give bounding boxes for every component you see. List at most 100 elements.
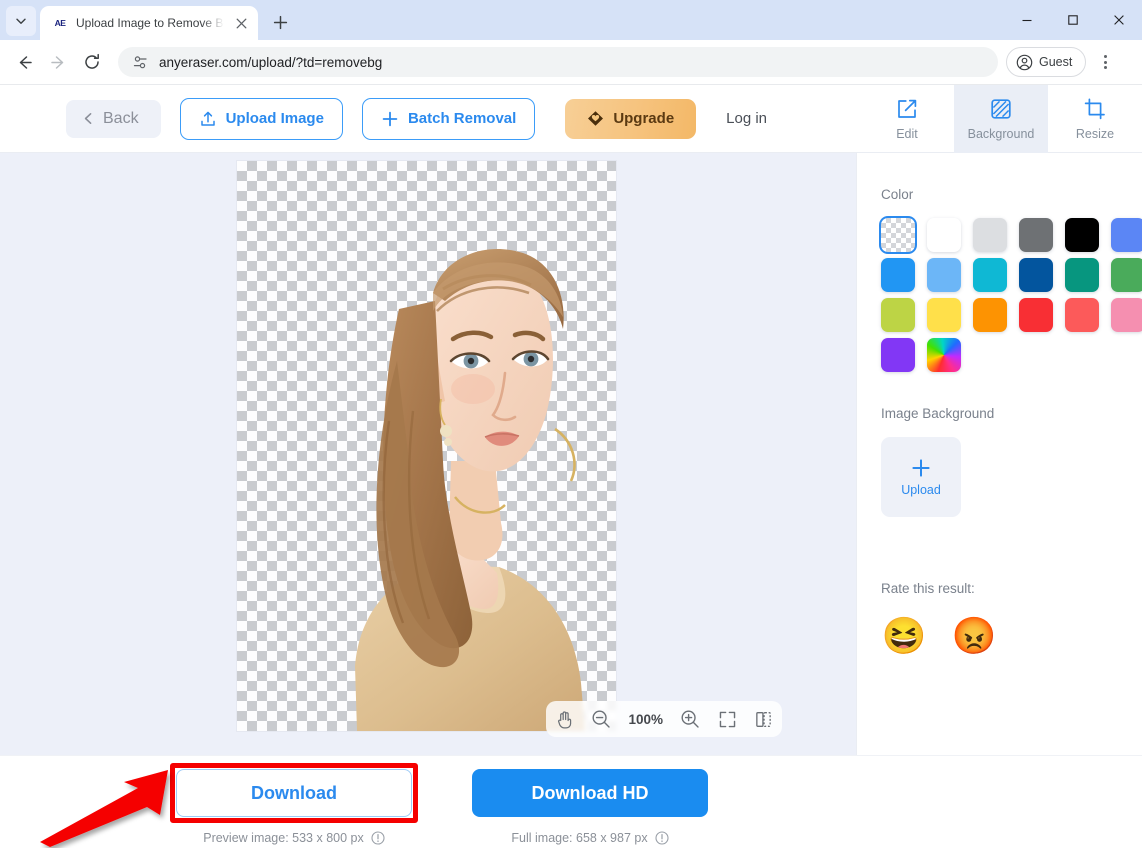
color-swatch-transparent[interactable] [881,218,915,252]
profile-button[interactable]: Guest [1006,47,1087,77]
download-caption: Preview image: 533 x 800 px [176,831,412,845]
info-icon[interactable] [655,831,669,845]
image-background-label: Image Background [881,406,995,421]
color-swatch-rainbow[interactable] [927,338,961,372]
canvas-zoom-toolbar[interactable]: 100% [546,701,782,737]
compare-split-icon [756,711,772,727]
window-minimize-button[interactable] [1004,0,1050,40]
color-swatch-purple[interactable] [881,338,915,372]
zoom-in-icon [681,710,700,728]
upload-image-label: Upload Image [225,110,324,127]
canvas-area[interactable]: 100% [0,153,856,755]
zoom-out-button[interactable] [591,709,611,729]
plus-icon [912,459,930,477]
zoom-out-icon [592,710,610,728]
tab-edit[interactable]: Edit [860,85,954,153]
tab-edit-label: Edit [896,127,918,141]
tab-background-label: Background [967,127,1035,141]
bottom-bar-panel-filler [856,756,1142,859]
address-bar[interactable]: anyeraser.com/upload/?td=removebg [118,47,998,77]
color-swatch-green[interactable] [1111,258,1142,292]
back-button-label: Back [103,109,139,127]
color-swatch-light-gray[interactable] [973,218,1007,252]
zoom-in-button[interactable] [680,709,700,729]
color-swatch-orange[interactable] [973,298,1007,332]
login-link[interactable]: Log in [726,110,767,127]
subject-portrait [355,249,585,731]
color-swatch-grid [881,218,1142,372]
color-swatch-cyan[interactable] [973,258,1007,292]
rate-laughing-button[interactable]: 😆 [881,613,927,659]
color-swatch-gray[interactable] [1019,218,1053,252]
batch-removal-label: Batch Removal [407,110,517,127]
download-hd-column: Download HD Full image: 658 x 987 px [472,769,708,845]
fit-screen-icon [719,711,736,727]
new-tab-button[interactable] [266,8,294,36]
background-hatch-icon [991,99,1011,119]
browser-address-toolbar: anyeraser.com/upload/?td=removebg Guest [0,40,1142,85]
color-swatch-light-blue[interactable] [927,258,961,292]
upload-icon [200,111,215,126]
back-arrow-icon [19,55,32,69]
download-caption-text: Preview image: 533 x 800 px [203,831,364,845]
back-button[interactable]: Back [66,99,161,138]
image-canvas[interactable]: 100% [237,161,782,737]
hand-tool-icon [557,710,571,728]
browser-tab-strip: AE Upload Image to Remove Bg [0,0,1142,40]
tab-close-icon[interactable] [232,14,250,32]
plus-icon [382,111,398,126]
color-swatch-navy[interactable] [1019,258,1053,292]
workspace: 100% Color Image Background Upload Rate … [0,153,1142,755]
crop-icon [1084,98,1105,120]
mode-tab-group: Edit Background Resize [860,85,1142,153]
app-toolbar: Back Upload Image Batch Removal Upgrade … [0,85,1142,153]
window-maximize-button[interactable] [1050,0,1096,40]
color-swatch-periwinkle[interactable] [1111,218,1142,252]
diamond-heart-icon [588,111,604,126]
color-swatch-white[interactable] [927,218,961,252]
upgrade-button[interactable]: Upgrade [565,98,697,139]
hand-tool-button[interactable] [555,710,574,729]
browser-menu-button[interactable] [1090,47,1120,77]
window-close-button[interactable] [1096,0,1142,40]
background-settings-panel: Color Image Background Upload Rate this … [856,153,1142,755]
color-swatch-pink[interactable] [1111,298,1142,332]
color-swatch-coral[interactable] [1065,298,1099,332]
info-icon[interactable] [371,831,385,845]
batch-removal-button[interactable]: Batch Removal [361,97,536,140]
zoom-level-label: 100% [628,711,664,727]
profile-label: Guest [1039,55,1073,69]
kebab-dot [1103,60,1107,64]
browser-forward-button[interactable] [42,46,74,78]
chevron-left-icon [84,113,92,124]
browser-tab[interactable]: AE Upload Image to Remove Bg [40,6,258,40]
tab-resize-label: Resize [1075,127,1115,141]
color-swatch-lime[interactable] [881,298,915,332]
window-controls [1004,0,1142,40]
color-swatch-teal[interactable] [1065,258,1099,292]
tab-background[interactable]: Background [954,85,1048,153]
download-hd-caption: Full image: 658 x 987 px [472,831,708,845]
tab-search-button[interactable] [6,6,36,36]
color-swatch-blue[interactable] [881,258,915,292]
browser-reload-button[interactable] [76,46,108,78]
upload-image-button[interactable]: Upload Image [179,97,343,140]
reload-icon [85,53,99,69]
download-hd-button[interactable]: Download HD [472,769,708,817]
fit-screen-button[interactable] [718,710,737,729]
chevron-down-icon [16,18,26,24]
tab-resize[interactable]: Resize [1048,85,1142,153]
color-swatch-yellow[interactable] [927,298,961,332]
compare-split-button[interactable] [754,710,773,729]
site-settings-icon[interactable] [132,54,149,71]
download-button[interactable]: Download [176,769,412,817]
color-swatch-black[interactable] [1065,218,1099,252]
download-column: Download Preview image: 533 x 800 px [176,769,412,845]
upload-background-button[interactable]: Upload [881,437,961,517]
edit-square-icon [898,99,917,118]
rate-result-label: Rate this result: [881,581,975,596]
download-hd-caption-text: Full image: 658 x 987 px [511,831,648,845]
color-swatch-red[interactable] [1019,298,1053,332]
browser-back-button[interactable] [8,46,40,78]
rate-angry-button[interactable]: 😡 [951,613,997,659]
